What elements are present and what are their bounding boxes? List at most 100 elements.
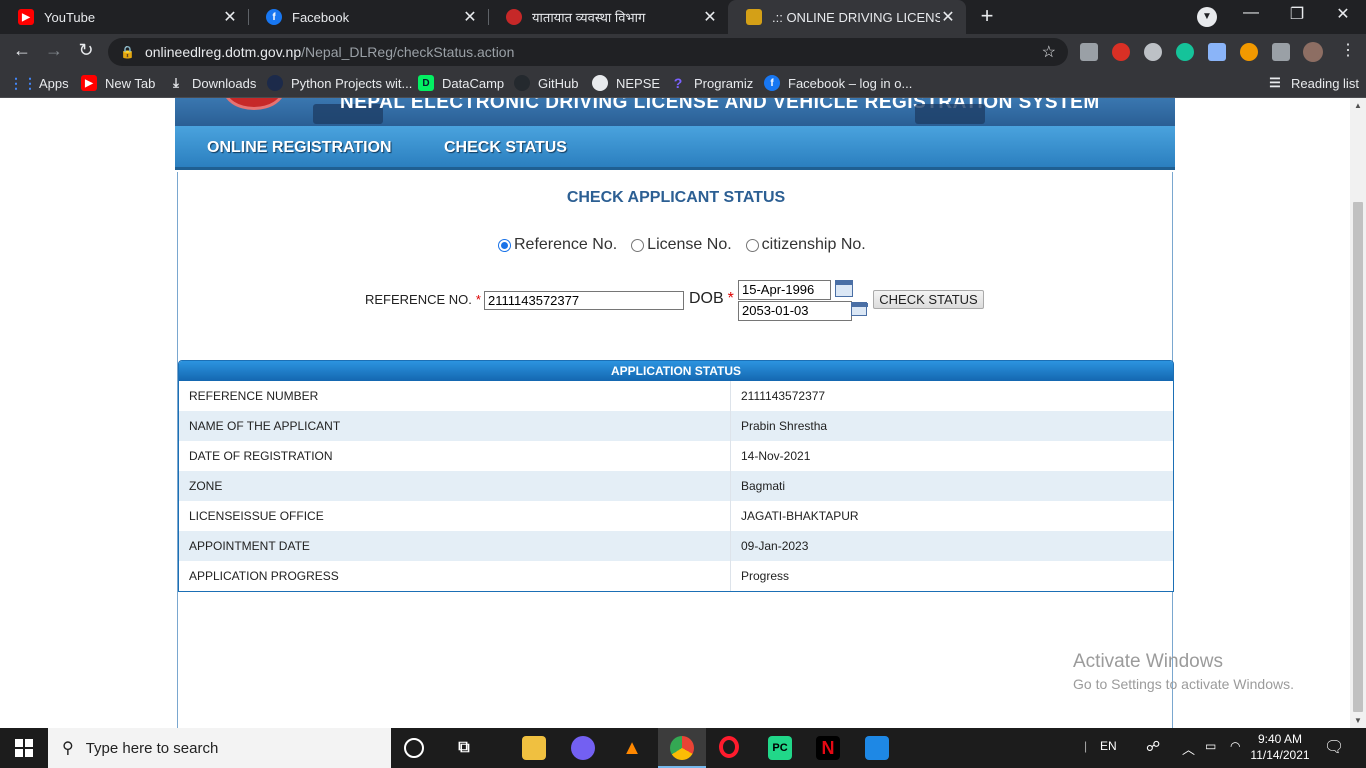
close-icon[interactable]: ✕: [702, 7, 718, 27]
dob-ad-input[interactable]: 15-Apr-1996: [738, 280, 831, 300]
taskbar-clock[interactable]: 9:40 AM 11/14/2021: [1250, 731, 1310, 763]
bookmark-github[interactable]: GitHub: [514, 75, 578, 91]
radio-reference-no[interactable]: [498, 238, 511, 252]
table-row: REFERENCE NUMBER 2111143572377: [179, 381, 1173, 411]
tab-search-icon[interactable]: ▼: [1197, 7, 1217, 27]
minimize-icon[interactable]: —: [1241, 4, 1261, 22]
adblock-extension-icon[interactable]: [1112, 43, 1130, 61]
nav-online-registration[interactable]: ONLINE REGISTRATION: [207, 139, 392, 157]
task-view-icon[interactable]: ⧉: [452, 736, 476, 760]
reading-list[interactable]: ☰ Reading list: [1267, 75, 1359, 91]
chrome-icon[interactable]: [670, 736, 694, 760]
window-close-icon[interactable]: ✕: [1333, 4, 1353, 24]
reference-number-input[interactable]: 2111143572377: [484, 291, 684, 310]
bookmark-downloads[interactable]: ⤓ Downloads: [168, 75, 256, 91]
browser-tab-strip: ▶ YouTube ✕ f Facebook ✕ यातायात व्यवस्थ…: [0, 0, 1366, 34]
site-banner: NEPAL ELECTRONIC DRIVING LICENSE AND VEH…: [175, 98, 1175, 126]
row-key: DATE OF REGISTRATION: [179, 441, 731, 471]
notification-icon[interactable]: 🗨: [1324, 737, 1344, 757]
tab-youtube[interactable]: ▶ YouTube ✕: [0, 0, 248, 34]
radio-license-no[interactable]: [631, 238, 645, 252]
nav-check-status[interactable]: CHECK STATUS: [444, 139, 567, 157]
address-bar[interactable]: 🔒 onlineedlreg.dotm.gov.np /Nepal_DLReg/…: [108, 38, 1068, 66]
extensions-puzzle-icon[interactable]: [1272, 43, 1290, 61]
search-placeholder: Type here to search: [85, 739, 219, 757]
calendar-icon[interactable]: [835, 280, 853, 297]
close-icon[interactable]: ✕: [462, 7, 478, 27]
bookmark-datacamp[interactable]: D DataCamp: [418, 75, 504, 91]
restore-icon[interactable]: ❐: [1287, 4, 1307, 24]
cortana-icon[interactable]: [404, 738, 424, 758]
vpn-extension-icon[interactable]: [1144, 43, 1162, 61]
radio-label: Reference No.: [514, 236, 618, 253]
table-row: DATE OF REGISTRATION 14-Nov-2021: [179, 441, 1173, 471]
datacamp-icon: D: [418, 75, 434, 91]
row-value: 2111143572377: [741, 389, 826, 403]
tab-driving-license[interactable]: .:: ONLINE DRIVING LICENSE ::. ✕: [728, 0, 966, 34]
form-title: CHECK APPLICANT STATUS: [566, 189, 786, 206]
youtube-icon: ▶: [18, 9, 34, 25]
grammarly-extension-icon[interactable]: [1176, 43, 1194, 61]
language-indicator[interactable]: EN: [1100, 739, 1117, 753]
application-status-table: APPLICATION STATUS REFERENCE NUMBER 2111…: [178, 360, 1174, 592]
clock-time: 9:40 AM: [1257, 732, 1303, 746]
forward-icon[interactable]: →: [42, 40, 66, 61]
tab-facebook[interactable]: f Facebook ✕: [248, 0, 488, 34]
search-type-radio-group: Reference No. License No. citizenship No…: [498, 236, 880, 254]
check-status-button[interactable]: CHECK STATUS: [873, 290, 984, 309]
opera-icon[interactable]: [719, 736, 739, 758]
table-row: APPOINTMENT DATE 09-Jan-2023: [179, 531, 1173, 561]
radio-citizenship-no[interactable]: [745, 238, 759, 252]
bookmark-star-icon[interactable]: ☆: [1042, 42, 1056, 62]
photos-icon[interactable]: [865, 736, 889, 760]
bookmark-label: NEPSE: [616, 75, 661, 91]
back-icon[interactable]: ←: [10, 40, 34, 61]
search-icon: ⚲: [62, 740, 74, 757]
camera-extension-icon[interactable]: [1080, 43, 1098, 61]
vlc-icon[interactable]: ▲: [620, 736, 644, 760]
scrollbar-thumb[interactable]: [1353, 202, 1363, 712]
wifi-icon[interactable]: ◠: [1230, 739, 1240, 753]
file-explorer-icon[interactable]: [522, 736, 546, 760]
rss-extension-icon[interactable]: [1240, 43, 1258, 61]
menu-kebab-icon[interactable]: ⋮: [1336, 40, 1360, 60]
calendar-icon[interactable]: [851, 302, 868, 316]
taskbar-search-box[interactable]: ⚲ Type here to search: [48, 728, 391, 768]
windows-taskbar: ⚲ Type here to search ⧉ ▲ PC N | EN ☍ ︿ …: [0, 728, 1366, 768]
close-icon[interactable]: ✕: [940, 7, 956, 27]
dob-bs-input[interactable]: 2053-01-03: [738, 301, 852, 321]
close-icon[interactable]: ✕: [222, 7, 238, 27]
bookmark-new-tab[interactable]: ▶ New Tab: [81, 75, 155, 91]
bookmark-programiz[interactable]: ? Programiz: [670, 75, 754, 91]
profile-avatar[interactable]: [1303, 42, 1323, 62]
bookmark-python-projects[interactable]: Python Projects wit...: [267, 75, 412, 91]
scroll-up-icon[interactable]: ▲: [1354, 101, 1362, 110]
download-extension-icon[interactable]: [1208, 43, 1226, 61]
scroll-down-icon[interactable]: ▼: [1354, 716, 1362, 725]
watermark-subtitle: Go to Settings to activate Windows.: [1073, 676, 1294, 692]
tab-title: Facebook: [292, 9, 350, 25]
row-key: REFERENCE NUMBER: [179, 381, 731, 411]
bookmark-apps[interactable]: ⋮⋮ Apps: [9, 75, 69, 91]
url-path: /Nepal_DLReg/checkStatus.action: [301, 44, 515, 60]
bookmark-label: New Tab: [105, 75, 156, 91]
reload-icon[interactable]: ↻: [74, 40, 98, 61]
nepal-flag-icon: [746, 9, 762, 25]
netflix-icon[interactable]: N: [816, 736, 840, 760]
radio-label: License No.: [647, 236, 732, 253]
tab-dotm[interactable]: यातायात व्यवस्था विभाग ✕: [488, 0, 728, 34]
bookmark-facebook[interactable]: f Facebook – log in o...: [764, 75, 912, 91]
pycharm-icon[interactable]: PC: [768, 736, 792, 760]
tab-title: यातायात व्यवस्था विभाग: [532, 10, 646, 25]
bookmark-label: Programiz: [694, 75, 754, 91]
page-scrollbar[interactable]: ▲ ▼: [1350, 98, 1366, 728]
battery-icon[interactable]: ▭: [1205, 739, 1216, 753]
chevron-up-icon[interactable]: ︿: [1182, 739, 1195, 758]
new-tab-icon[interactable]: +: [977, 5, 997, 27]
viber-icon[interactable]: [571, 736, 595, 760]
bookmark-nepse[interactable]: NEPSE: [592, 75, 660, 91]
windows-start-icon[interactable]: [15, 739, 33, 757]
people-icon[interactable]: ☍: [1146, 738, 1160, 755]
bookmarks-bar: ⋮⋮ Apps ▶ New Tab ⤓ Downloads Python Pro…: [0, 70, 1366, 98]
nepse-icon: [592, 75, 608, 91]
